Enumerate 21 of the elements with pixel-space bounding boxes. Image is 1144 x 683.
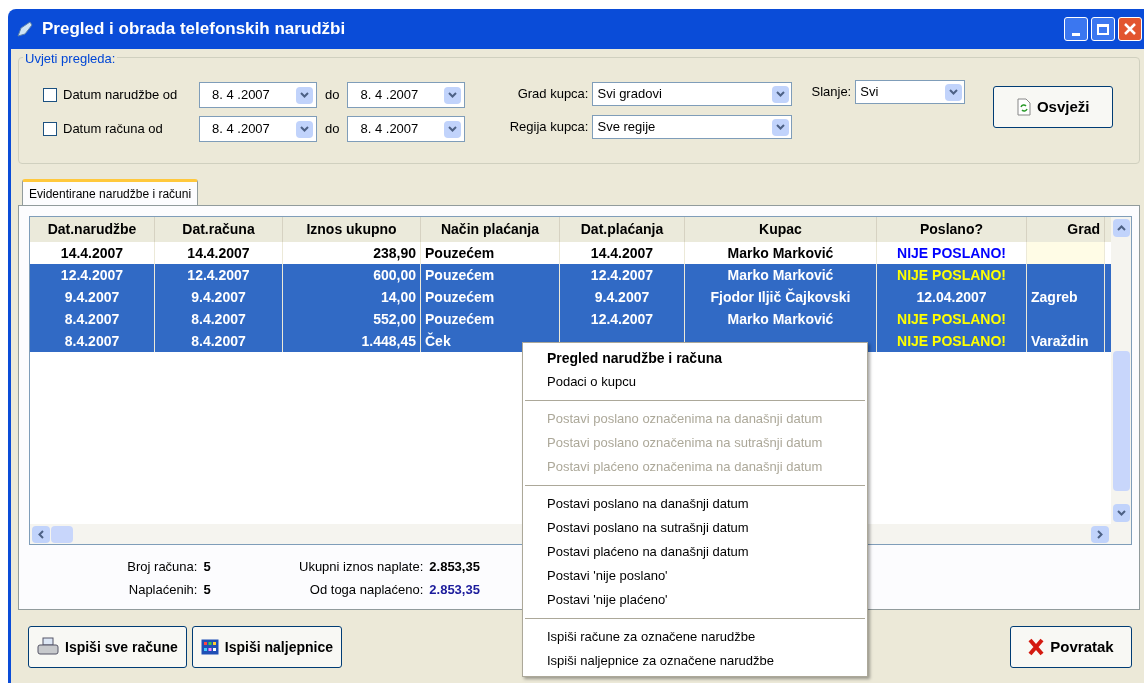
field-label: Regija kupca: <box>508 118 589 137</box>
checkbox-label: Datum narudžbe od <box>63 86 179 105</box>
summary-label: Ukupni iznos naplate: <box>299 558 424 576</box>
table-cell: 8.4.2007 <box>30 330 155 352</box>
table-cell: Varaždin <box>1027 330 1105 352</box>
checkbox-label: Datum računa od <box>63 120 164 139</box>
summary-label: Naplaćenih: <box>127 580 198 599</box>
table-cell: 1.448,45 <box>283 330 421 352</box>
summary-value: 5 <box>203 558 212 576</box>
summary-value: 5 <box>203 580 212 599</box>
summary-label: Broj računa: <box>126 558 198 576</box>
range-label: do <box>324 86 341 105</box>
table-cell: 8.4.2007 <box>155 330 283 352</box>
summary-value: 2.853,35 <box>429 580 480 599</box>
window-title: Pregled i obrada telefonskih narudžbi <box>42 18 347 41</box>
summary-label: Od toga naplaćeno: <box>308 580 424 599</box>
summary-value: 2.853,35 <box>429 558 480 576</box>
table-cell: NIJE POSLANO! <box>877 330 1027 352</box>
range-label: do <box>324 120 341 139</box>
field-label: Grad kupca: <box>516 85 589 104</box>
field-label: Slanje: <box>811 83 852 102</box>
